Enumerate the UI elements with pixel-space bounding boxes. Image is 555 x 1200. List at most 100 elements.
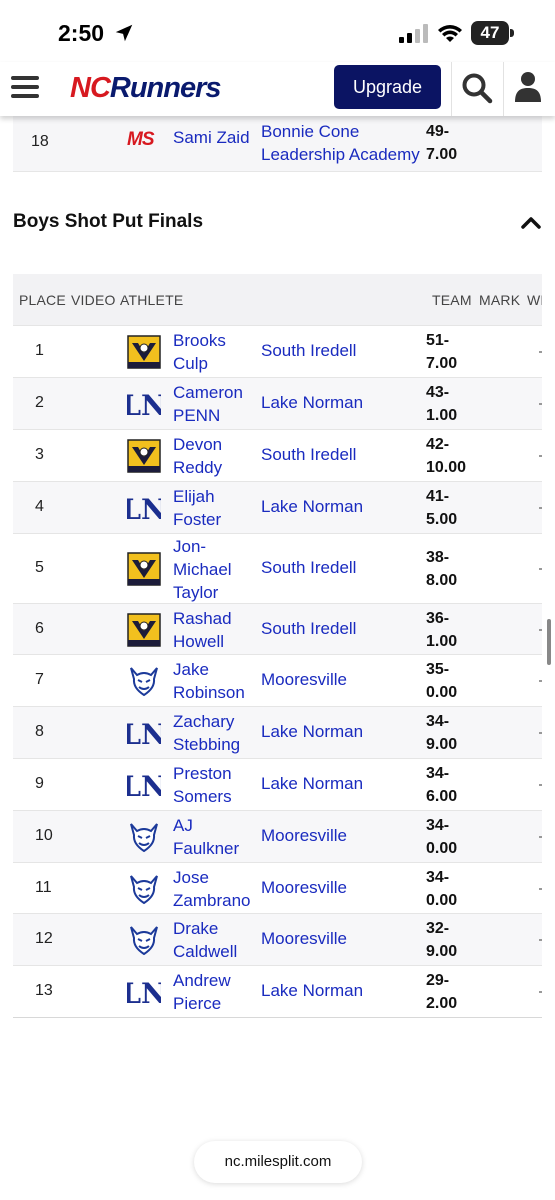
team-logo-lake-norman[interactable]: LN	[121, 975, 166, 1010]
athlete-link[interactable]: Andrew Pierce	[173, 969, 257, 1015]
team-link[interactable]: Mooresville	[261, 670, 347, 690]
upgrade-button[interactable]: Upgrade	[334, 65, 441, 109]
team-link[interactable]: South Iredell	[261, 558, 356, 578]
team-link[interactable]: South Iredell	[261, 341, 356, 361]
results-table: PLACE VIDEO ATHLETE TEAM MARK WI 1 Brooks…	[13, 274, 542, 1018]
mark-cell: 32- 9.00	[426, 920, 458, 960]
team-logo-ms: MS	[127, 129, 154, 150]
site-logo[interactable]: NCRunners	[70, 72, 222, 105]
team-link[interactable]: Lake Norman	[261, 722, 363, 742]
place-cell: 18	[31, 133, 49, 150]
url-bar[interactable]: nc.milesplit.com	[194, 1141, 362, 1183]
place-cell: 13	[35, 982, 53, 999]
athlete-link[interactable]: AJ Faulkner	[173, 814, 257, 860]
team-logo-lake-norman[interactable]: LN	[121, 768, 166, 803]
svg-text:LN: LN	[127, 718, 161, 750]
mark-cell: 36- 1.00	[426, 609, 458, 650]
team-link[interactable]: South Iredell	[261, 619, 356, 639]
team-link[interactable]: Lake Norman	[261, 774, 363, 794]
place-cell: 4	[35, 498, 44, 515]
site-header: NCRunners Upgrade	[0, 62, 555, 116]
mark-cell: 38- 8.00	[426, 549, 458, 589]
team-logo-south-iredell[interactable]	[127, 335, 161, 369]
athlete-link[interactable]: Preston Somers	[173, 762, 257, 808]
header-team[interactable]: TEAM	[432, 292, 472, 308]
logo-runners: Runners	[109, 72, 222, 104]
team-logo-mooresville[interactable]	[127, 820, 161, 854]
team-logo-south-iredell[interactable]	[127, 612, 161, 647]
mark-cell: 41- 5.00	[426, 488, 458, 528]
table-row: 4 LN ElijahFosterLake Norman 41-5.00	[13, 481, 542, 533]
team-link[interactable]: Bonnie Cone Leadership Academy	[261, 120, 421, 166]
header-athlete[interactable]: ATHLETE	[120, 292, 183, 308]
battery-nub	[510, 29, 514, 37]
wind-cell	[539, 403, 542, 405]
table-row: 1 Brooks Culp South Iredell 51- 7.00	[13, 325, 542, 377]
wind-cell	[539, 628, 542, 631]
status-bar: 2:50 47	[0, 0, 555, 62]
place-cell: 7	[35, 671, 44, 688]
header-wind: WI	[527, 292, 542, 308]
table-header: PLACE VIDEO ATHLETE TEAM MARK WI	[13, 274, 542, 325]
wind-cell	[539, 939, 542, 941]
mark-cell: 35- 0.00	[426, 661, 458, 701]
athlete-link[interactable]: Jon- Michael Taylor	[173, 535, 257, 604]
team-logo-south-iredell[interactable]	[127, 552, 161, 586]
table-row: 2 LN CameronPENNLake Norman 43-1.00	[13, 377, 542, 429]
place-cell: 6	[35, 619, 44, 637]
wind-cell	[539, 732, 542, 734]
table-row: 12 Drake Caldwell Mooresville 32- 9.00	[13, 913, 542, 965]
team-logo-mooresville[interactable]	[127, 923, 161, 957]
team-logo-lake-norman[interactable]: LN	[121, 387, 166, 422]
athlete-link[interactable]: Jose Zambrano	[173, 866, 257, 912]
team-link[interactable]: Lake Norman	[261, 981, 363, 1001]
athlete-link[interactable]: Cameron PENN	[173, 381, 257, 427]
table-row: 8 LN ZacharyStebbingLake Norman 34-9.00	[13, 706, 542, 758]
header-mark[interactable]: MARK	[479, 292, 520, 308]
team-logo-mooresville[interactable]	[127, 872, 161, 906]
mark-cell: 43- 1.00	[426, 384, 458, 424]
athlete-link[interactable]: Zachary Stebbing	[173, 710, 257, 756]
team-link[interactable]: South Iredell	[261, 445, 356, 465]
wifi-icon	[438, 25, 462, 42]
cellular-signal-icon	[399, 24, 428, 43]
table-row: 10 AJ Faulkner Mooresville 34- 0.00	[13, 810, 542, 862]
user-account-icon[interactable]	[514, 71, 542, 103]
table-row: 9 LN PrestonSomersLake Norman 34-6.00	[13, 758, 542, 810]
athlete-link[interactable]: Devon Reddy	[173, 433, 257, 479]
athlete-link[interactable]: Drake Caldwell	[173, 917, 257, 963]
team-logo-lake-norman[interactable]: LN	[121, 491, 166, 526]
athlete-link[interactable]: Rashad Howell	[173, 607, 257, 653]
team-logo-mooresville[interactable]	[127, 664, 161, 698]
svg-text:LN: LN	[127, 770, 161, 802]
team-link[interactable]: Lake Norman	[261, 393, 363, 413]
team-link[interactable]: Mooresville	[261, 878, 347, 898]
wind-cell	[539, 991, 542, 993]
location-arrow-icon	[115, 24, 133, 42]
table-row: 18 MS Sami Zaid Bonnie Cone Leadership A…	[13, 114, 542, 172]
header-place[interactable]: PLACE	[19, 292, 66, 308]
wind-cell	[539, 351, 542, 353]
team-link[interactable]: Lake Norman	[261, 497, 363, 517]
search-icon[interactable]	[461, 72, 493, 104]
place-cell: 1	[35, 342, 44, 359]
athlete-link[interactable]: Sami Zaid	[173, 128, 250, 148]
wind-cell	[539, 784, 542, 786]
scrollbar[interactable]	[547, 619, 551, 665]
hamburger-menu-icon[interactable]	[11, 76, 39, 98]
athlete-link[interactable]: Jake Robinson	[173, 658, 257, 704]
team-logo-lake-norman[interactable]: LN	[121, 716, 166, 751]
mark-cell: 49- 7.00	[426, 123, 458, 163]
athlete-link[interactable]: Elijah Foster	[173, 485, 257, 531]
svg-text:LN: LN	[127, 493, 161, 525]
athlete-link[interactable]: Brooks Culp	[173, 329, 257, 375]
mark-cell: 34- 6.00	[426, 765, 458, 805]
team-logo-south-iredell[interactable]	[127, 439, 161, 473]
team-link[interactable]: Mooresville	[261, 929, 347, 949]
team-link[interactable]: Mooresville	[261, 826, 347, 846]
table-row: 7 Jake Robinson Mooresville 35- 0.00	[13, 654, 542, 706]
place-cell: 10	[35, 827, 53, 844]
wind-cell	[539, 887, 542, 890]
chevron-up-icon[interactable]	[520, 214, 542, 232]
mark-cell: 29- 2.00	[426, 972, 458, 1012]
